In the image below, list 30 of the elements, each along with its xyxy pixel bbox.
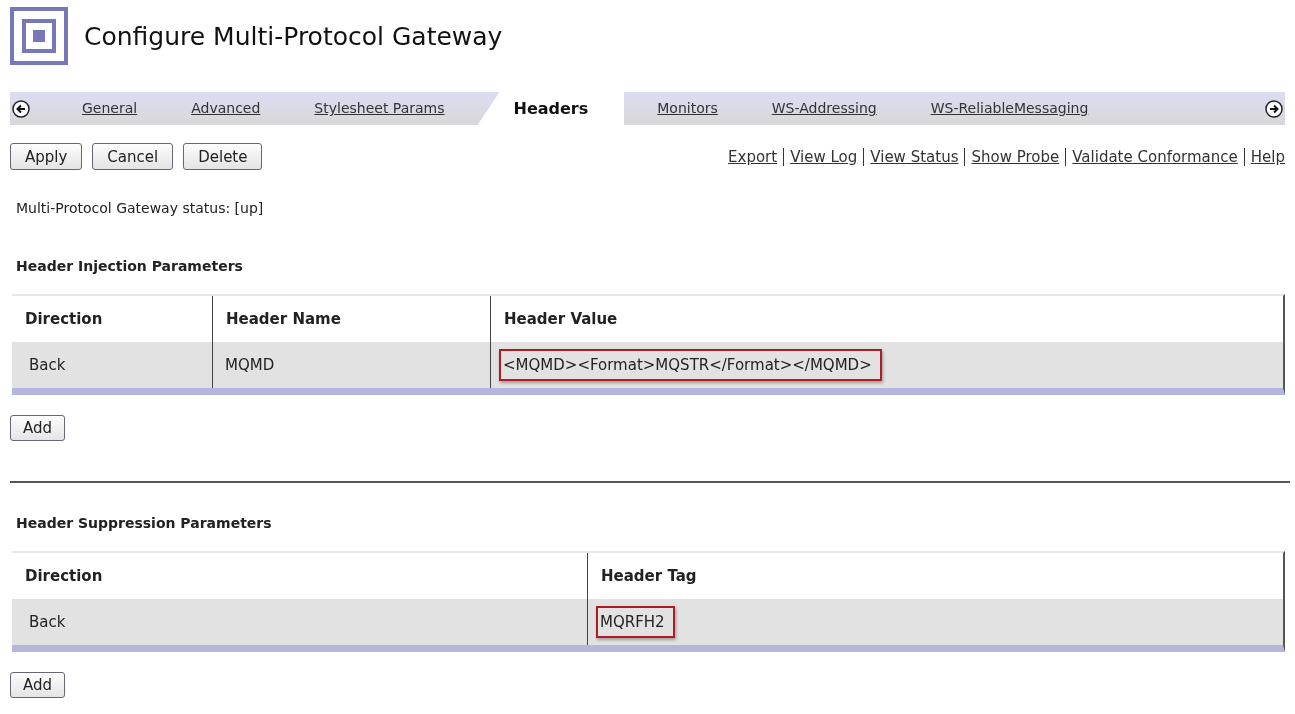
status-text: Multi-Protocol Gateway status: [up] [16,200,265,216]
tab[interactable]: Advanced [164,92,288,125]
toolbar-link[interactable]: Help [1250,147,1285,166]
tab[interactable]: General [55,92,165,125]
tab[interactable]: Monitors [630,92,745,125]
toolbar-link[interactable]: View Status [870,147,959,166]
section-heading: Header Injection Parameters [16,258,244,274]
scroll-right-icon[interactable] [1265,99,1283,118]
tab[interactable]: WS-Addressing [744,92,904,125]
toolbar-link[interactable]: Validate Conformance [1072,147,1238,166]
section-heading: Header Suppression Parameters [16,515,273,531]
action-button[interactable]: Cancel [92,143,174,170]
scroll-left-icon[interactable] [12,99,30,118]
table-cell-text: MQMD [224,355,276,376]
action-button[interactable]: Delete [183,143,263,170]
add-button[interactable]: Add [10,672,66,698]
table-cell-text: Back [28,612,67,633]
toolbar-link[interactable]: Show Probe [971,147,1060,166]
page-title: Configure Multi-Protocol Gateway [84,21,503,51]
table-cell-text: Back [28,355,67,376]
highlighted-cell-text: <MQMD><Format>MQSTR</Format></MQMD> [499,349,882,381]
add-button[interactable]: Add [10,415,66,441]
toolbar-link[interactable]: View Log [790,147,858,166]
tab[interactable]: WS-ReliableMessaging [903,92,1116,125]
logo-icon [10,7,68,65]
toolbar-link[interactable]: Export [728,147,778,166]
tab[interactable]: Headers [477,92,625,125]
tab[interactable]: Stylesheet Params [287,92,472,125]
highlighted-cell-text: MQRFH2 [596,606,675,638]
action-button[interactable]: Apply [10,143,83,170]
